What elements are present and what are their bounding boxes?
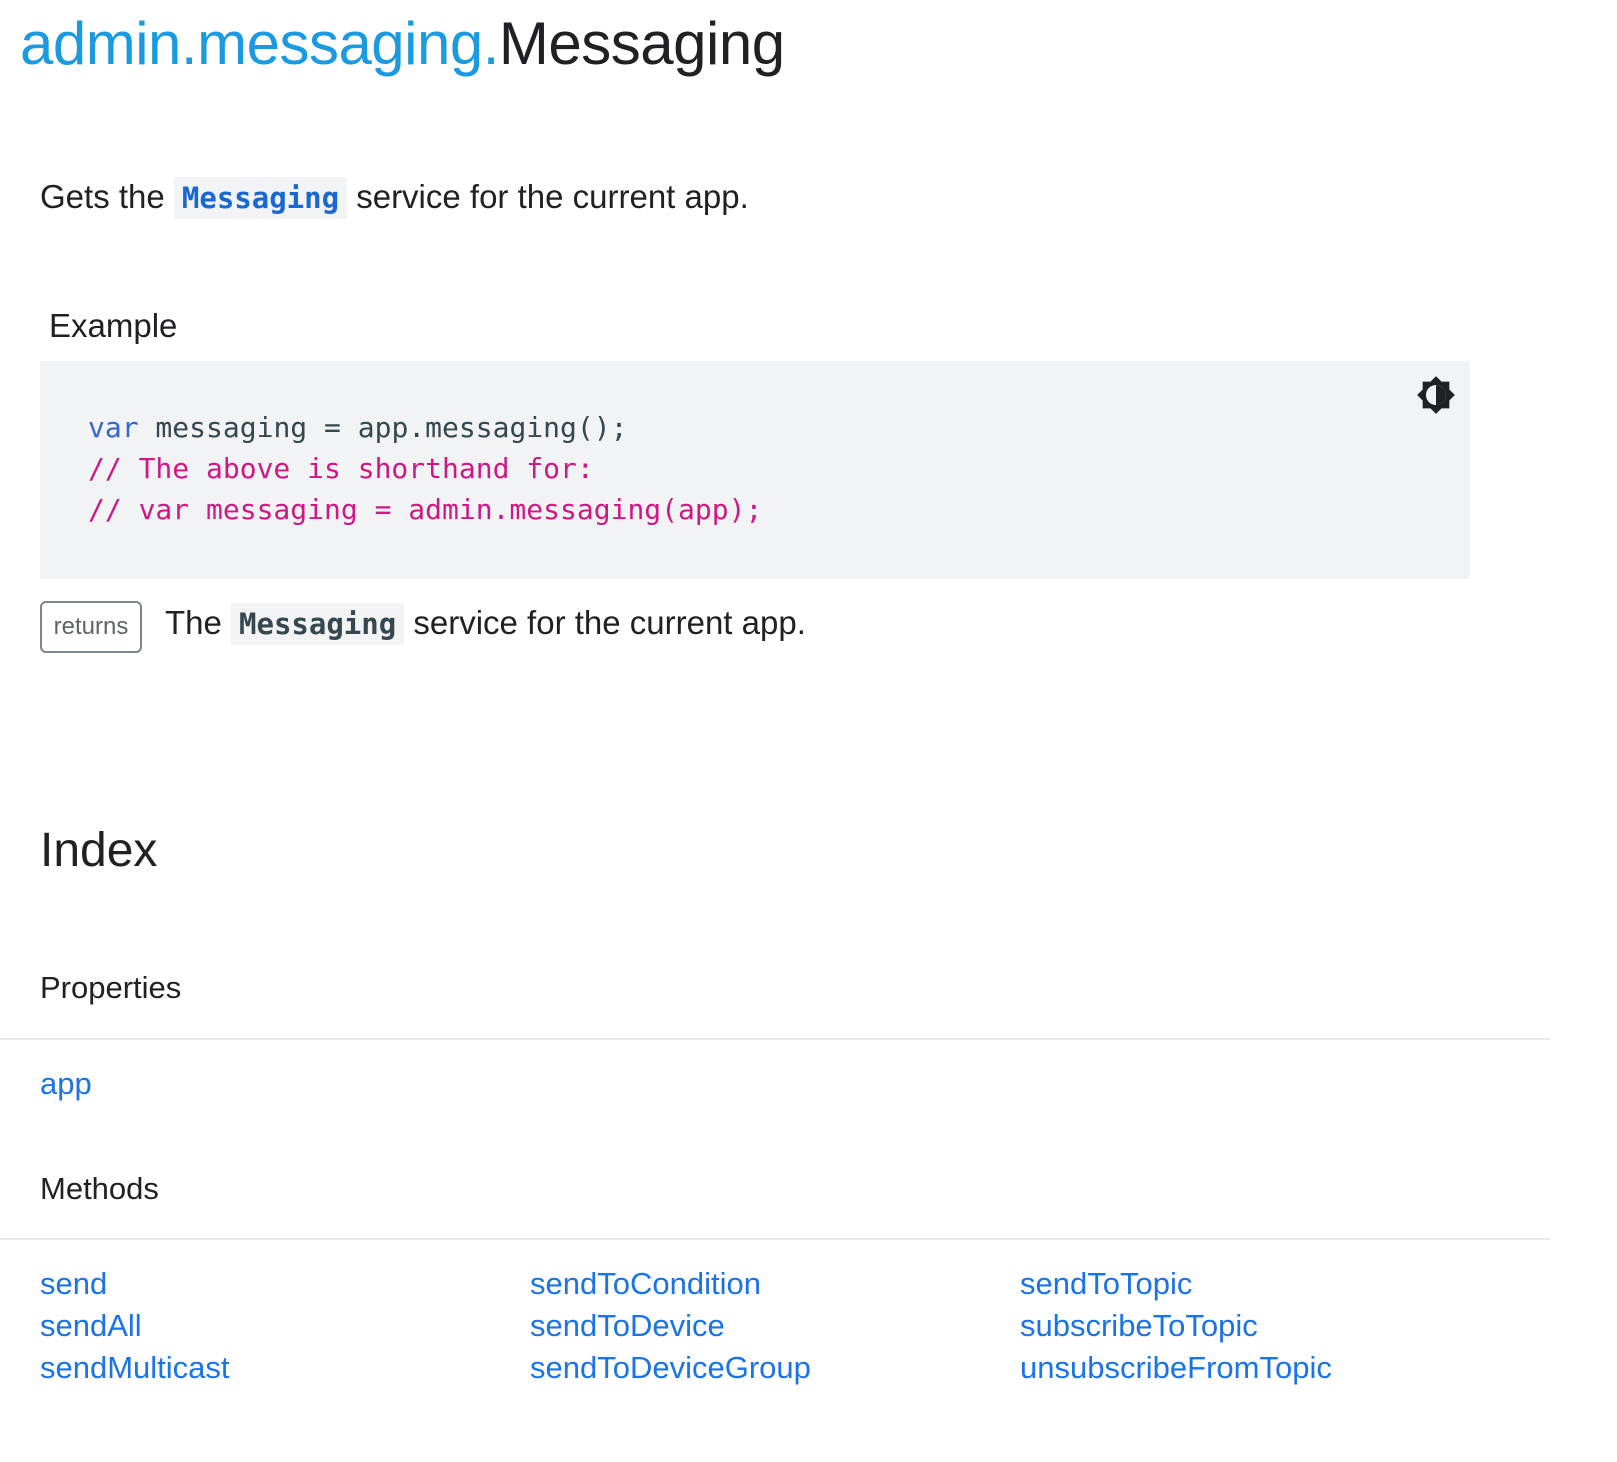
example-code-block: var messaging = app.messaging(); // The … [40,361,1470,579]
method-link-unsubscribefromtopic[interactable]: unsubscribeFromTopic [1020,1347,1510,1389]
method-link-sendtocondition[interactable]: sendToCondition [530,1263,1020,1305]
method-link-send[interactable]: send [40,1263,530,1305]
returns-text-after: service for the current app. [404,604,806,641]
methods-label: Methods [40,1171,159,1206]
method-link-subscribetotopic[interactable]: subscribeToTopic [1020,1305,1510,1347]
page-title: admin.messaging.Messaging [20,6,785,82]
method-link-sendtodevicegroup[interactable]: sendToDeviceGroup [530,1347,1020,1389]
returns-description: The Messaging service for the current ap… [165,598,806,649]
brightness-contrast-icon[interactable] [1416,375,1456,415]
code-line-1-rest: messaging = app.messaging(); [138,411,628,444]
methods-divider [0,1238,1550,1240]
method-link-sendall[interactable]: sendAll [40,1305,530,1347]
method-link-sendtotopic[interactable]: sendToTopic [1020,1263,1510,1305]
method-link-sendtodevice[interactable]: sendToDevice [530,1305,1020,1347]
code-keyword: var [88,411,139,444]
messaging-code-link[interactable]: Messaging [173,177,348,219]
properties-label: Properties [40,970,182,1005]
description: Gets the Messaging service for the curre… [40,172,749,223]
index-heading: Index [40,824,158,877]
description-text-before: Gets the [40,178,174,215]
description-text-after: service for the current app. [347,178,749,215]
title-namespace-prefix: admin.messaging. [20,10,499,77]
code-comment-line: // var messaging = admin.messaging(app); [88,493,763,526]
title-class-name: Messaging [498,10,785,77]
returns-text-before: The [165,604,232,641]
returns-badge: returns [40,601,142,653]
returns-type-code: Messaging [231,603,405,645]
properties-divider [0,1038,1550,1040]
code-listing: var messaging = app.messaging(); // The … [88,407,762,530]
code-comment-line: // The above is shorthand for: [88,452,594,485]
methods-list: send sendAll sendMulticast sendToConditi… [40,1263,1510,1389]
property-link-app[interactable]: app [40,1063,92,1105]
method-link-sendmulticast[interactable]: sendMulticast [40,1347,530,1389]
example-label: Example [49,307,178,344]
